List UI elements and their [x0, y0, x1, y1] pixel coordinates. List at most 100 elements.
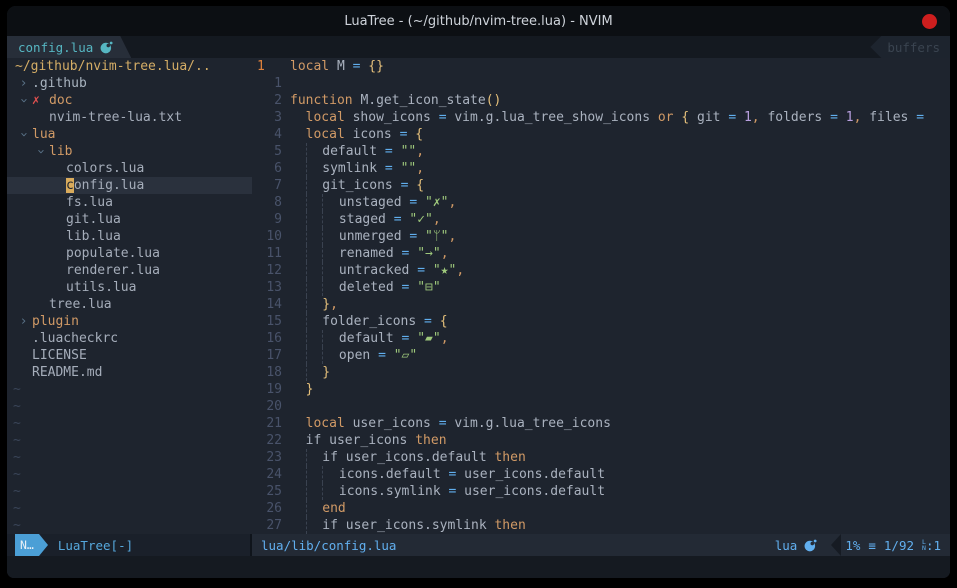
line-number: 26	[252, 500, 290, 517]
line-number: 1	[252, 75, 290, 92]
line-number: 25	[252, 483, 290, 500]
line-number: 23	[252, 449, 290, 466]
code-line: 20	[252, 398, 950, 415]
tree-item-utils.lua[interactable]: utils.lua	[7, 279, 252, 296]
line-number: 16	[252, 330, 290, 347]
indent	[290, 517, 306, 534]
line-number: 17	[252, 347, 290, 364]
indent	[290, 296, 306, 313]
indent-guide	[322, 483, 339, 500]
statusline-filepath: lua/lib/config.lua	[252, 538, 396, 553]
indent-guide	[306, 347, 323, 364]
tree-item-renderer.lua[interactable]: renderer.lua	[7, 262, 252, 279]
indent-guide	[306, 160, 323, 177]
indent	[290, 160, 306, 177]
chevron-down-icon: ›	[15, 126, 32, 143]
tree-item-fs.lua[interactable]: fs.lua	[7, 194, 252, 211]
file-tree[interactable]: ~/github/nvim-tree.lua/.. ›.github›✗docn…	[7, 58, 252, 534]
empty-line-tilde: ~	[7, 466, 252, 483]
code-line: 1	[252, 75, 950, 92]
indent-guide	[306, 262, 323, 279]
line-number: 21	[252, 415, 290, 432]
line-number: 10	[252, 228, 290, 245]
code-line: 15folder_icons = {	[252, 313, 950, 330]
command-line[interactable]	[7, 556, 950, 578]
indent	[290, 211, 306, 228]
code-editor[interactable]: 1local M = {}12function M.get_icon_state…	[252, 58, 950, 534]
lines-icon: ≡	[868, 538, 876, 553]
indent-guide	[322, 245, 339, 262]
tree-item-plugin[interactable]: ›plugin	[7, 313, 252, 330]
tree-item-colors.lua[interactable]: colors.lua	[7, 160, 252, 177]
indent-guide	[306, 449, 323, 466]
tabline: config.lua buffers	[7, 36, 950, 58]
indent-guide	[322, 262, 339, 279]
indent-guide	[306, 143, 323, 160]
line-position: 1/92	[884, 538, 914, 553]
chevron-down-icon: ›	[15, 92, 32, 109]
indent-guide	[306, 194, 323, 211]
empty-line-tilde: ~	[7, 500, 252, 517]
tree-item-lib[interactable]: ›lib	[7, 143, 252, 160]
code-line: 25icons.symlink = user_icons.default	[252, 483, 950, 500]
indent	[290, 381, 306, 398]
indent-guide	[322, 211, 339, 228]
indent	[290, 177, 306, 194]
lua-moon-icon	[804, 539, 817, 552]
line-number: 2	[252, 92, 290, 109]
empty-line-tilde: ~	[7, 398, 252, 415]
tree-item-LICENSE[interactable]: LICENSE	[7, 347, 252, 364]
tree-item-doc[interactable]: ›✗doc	[7, 92, 252, 109]
line-number-value: :1	[926, 538, 941, 553]
indent-guide	[306, 500, 323, 517]
tree-item-lua[interactable]: ›lua	[7, 126, 252, 143]
line-number: 5	[252, 143, 290, 160]
tabline-buffers-section[interactable]: buffers	[870, 36, 950, 58]
empty-line-tilde: ~	[7, 381, 252, 398]
indent	[290, 415, 306, 432]
code-line: 8unstaged = "✗",	[252, 194, 950, 211]
lua-moon-icon	[100, 41, 113, 54]
powerline-chevron-left-icon	[831, 534, 841, 556]
line-number: 1	[252, 58, 290, 75]
tab-config-lua[interactable]: config.lua	[7, 36, 131, 58]
tree-item-.github[interactable]: ›.github	[7, 75, 252, 92]
indent-guide	[322, 330, 339, 347]
code-line: 14},	[252, 296, 950, 313]
empty-line-tilde: ~	[7, 449, 252, 466]
tree-item-README.md[interactable]: README.md	[7, 364, 252, 381]
empty-line-tilde: ~	[7, 517, 252, 534]
code-line: 9staged = "✓",	[252, 211, 950, 228]
code-line: 2function M.get_icon_state()	[252, 92, 950, 109]
tree-item-config.lua[interactable]: config.lua	[7, 177, 252, 194]
chevron-down-icon: ›	[32, 143, 49, 160]
code-line: 19}	[252, 381, 950, 398]
indent	[290, 500, 306, 517]
line-number: 19	[252, 381, 290, 398]
code-line: 24icons.default = user_icons.default	[252, 466, 950, 483]
code-line: 5default = "",	[252, 143, 950, 160]
statusline-position: 1% ≡ 1/92 L N :1	[845, 538, 950, 553]
tree-item-tree.lua[interactable]: tree.lua	[7, 296, 252, 313]
indent-guide	[306, 177, 323, 194]
close-button[interactable]	[922, 14, 937, 29]
indent	[290, 466, 306, 483]
indent	[290, 143, 306, 160]
statusline: N… LuaTree[-] lua/lib/config.lua lua 1% …	[7, 534, 950, 556]
indent	[290, 279, 306, 296]
indent-guide	[306, 279, 323, 296]
indent	[290, 364, 306, 381]
chevron-right-icon: ›	[15, 313, 32, 330]
line-number: 14	[252, 296, 290, 313]
tree-item-lib.lua[interactable]: lib.lua	[7, 228, 252, 245]
tree-item-.luacheckrc[interactable]: .luacheckrc	[7, 330, 252, 347]
tree-item-populate.lua[interactable]: populate.lua	[7, 245, 252, 262]
tab-label: config.lua	[18, 40, 93, 55]
tree-item-nvim-tree-lua.txt[interactable]: nvim-tree-lua.txt	[7, 109, 252, 126]
titlebar: LuaTree - (~/github/nvim-tree.lua) - NVI…	[7, 6, 950, 36]
tree-item-git.lua[interactable]: git.lua	[7, 211, 252, 228]
code-line: 16default = "▰",	[252, 330, 950, 347]
indent-guide	[306, 483, 323, 500]
statusline-tree-name: LuaTree[-]	[58, 538, 133, 553]
line-number: 12	[252, 262, 290, 279]
